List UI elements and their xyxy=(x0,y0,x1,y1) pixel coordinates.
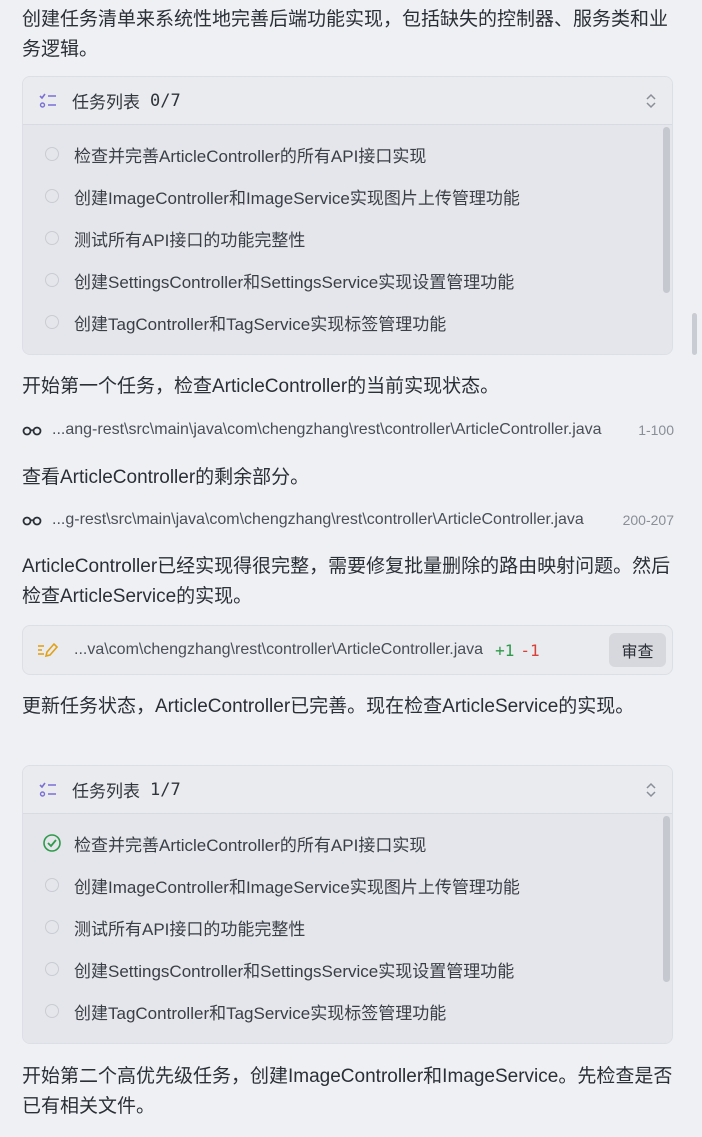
task-list-header-2[interactable]: 任务列表 1/7 xyxy=(23,766,672,814)
task-label: 检查并完善ArticleController的所有API接口实现 xyxy=(74,835,427,855)
file-path: ...g-rest\src\main\java\com\chengzhang\r… xyxy=(52,511,584,528)
file-path: ...ang-rest\src\main\java\com\chengzhang… xyxy=(52,421,602,438)
status-text-update: 更新任务状态，ArticleController已完善。现在检查ArticleS… xyxy=(22,696,635,717)
task-item[interactable]: 测试所有API接口的功能完整性 xyxy=(23,217,672,259)
task-label: 测试所有API接口的功能完整性 xyxy=(74,919,306,939)
task-item[interactable]: 创建SettingsController和SettingsService实现设置… xyxy=(23,948,672,990)
task-label: 检查并完善ArticleController的所有API接口实现 xyxy=(74,146,427,166)
status-text-view-rest: 查看ArticleController的剩余部分。 xyxy=(22,467,310,488)
task-list-title: 任务列表 xyxy=(72,782,140,801)
task-list-body-2: 检查并完善ArticleController的所有API接口实现 创建Image… xyxy=(23,814,672,1043)
file-read-row[interactable]: ...g-rest\src\main\java\com\chengzhang\r… xyxy=(22,507,674,533)
expand-collapse-icon[interactable] xyxy=(644,91,658,111)
line-range: 200-207 xyxy=(622,512,674,528)
task-item[interactable]: 检查并完善ArticleController的所有API接口实现 xyxy=(23,133,672,175)
task-label: 测试所有API接口的功能完整性 xyxy=(74,230,306,250)
pending-circle-icon xyxy=(45,1004,59,1018)
expand-collapse-icon[interactable] xyxy=(644,780,658,800)
task-list-scrollbar[interactable] xyxy=(663,816,670,982)
intro-text: 创建任务清单来系统性地完善后端功能实现，包括缺失的控制器、服务类和业务逻辑。 xyxy=(22,9,669,60)
check-circle-icon xyxy=(43,834,61,852)
task-item[interactable]: 测试所有API接口的功能完整性 xyxy=(23,906,672,948)
pending-circle-icon xyxy=(45,920,59,934)
pending-circle-icon xyxy=(45,962,59,976)
task-list-scrollbar[interactable] xyxy=(663,127,670,293)
task-list-count: 1/7 xyxy=(150,779,181,800)
task-list-header-1[interactable]: 任务列表 0/7 xyxy=(23,77,672,125)
checklist-icon xyxy=(39,782,56,797)
task-list-panel-1: 任务列表 0/7 检查并完善ArticleController的所有API接口实… xyxy=(22,76,673,355)
status-text-controller-done: ArticleController已经实现得很完整，需要修复批量删除的路由映射问… xyxy=(22,556,671,607)
pending-circle-icon xyxy=(45,189,59,203)
lines-added: +1 xyxy=(495,640,515,660)
pending-circle-icon xyxy=(45,315,59,329)
task-label: 创建SettingsController和SettingsService实现设置… xyxy=(74,272,515,292)
pending-circle-icon xyxy=(45,147,59,161)
pending-circle-icon xyxy=(45,878,59,892)
file-edit-row[interactable]: ...va\com\chengzhang\rest\controller\Art… xyxy=(22,625,673,675)
page-scrollbar[interactable] xyxy=(692,313,697,355)
task-list-body-1: 检查并完善ArticleController的所有API接口实现 创建Image… xyxy=(23,125,672,354)
task-item[interactable]: 创建ImageController和ImageService实现图片上传管理功能 xyxy=(23,175,672,217)
file-read-row[interactable]: ...ang-rest\src\main\java\com\chengzhang… xyxy=(22,417,674,443)
task-label: 创建SettingsController和SettingsService实现设置… xyxy=(74,961,515,981)
task-list-title: 任务列表 xyxy=(72,93,140,112)
task-item[interactable]: 创建SettingsController和SettingsService实现设置… xyxy=(23,259,672,301)
checklist-icon xyxy=(39,93,56,108)
line-range: 1-100 xyxy=(638,422,674,438)
task-label: 创建ImageController和ImageService实现图片上传管理功能 xyxy=(74,877,520,897)
task-list-count: 0/7 xyxy=(150,90,181,111)
pending-circle-icon xyxy=(45,231,59,245)
task-item[interactable]: 创建ImageController和ImageService实现图片上传管理功能 xyxy=(23,864,672,906)
task-item[interactable]: 创建TagController和TagService实现标签管理功能 xyxy=(23,990,672,1032)
edited-file-path: ...va\com\chengzhang\rest\controller\Art… xyxy=(74,641,484,658)
status-text-start-second: 开始第二个高优先级任务，创建ImageController和ImageServi… xyxy=(22,1066,673,1117)
task-label: 创建TagController和TagService实现标签管理功能 xyxy=(74,1003,447,1023)
pending-circle-icon xyxy=(45,273,59,287)
status-text-start-first: 开始第一个任务，检查ArticleController的当前实现状态。 xyxy=(22,376,500,397)
task-label: 创建TagController和TagService实现标签管理功能 xyxy=(74,314,447,334)
task-item[interactable]: 检查并完善ArticleController的所有API接口实现 xyxy=(23,822,672,864)
edit-pen-icon xyxy=(38,642,58,658)
lines-removed: -1 xyxy=(520,640,540,660)
task-list-panel-2: 任务列表 1/7 检查并完善ArticleController的所有API接口实… xyxy=(22,765,673,1044)
task-label: 创建ImageController和ImageService实现图片上传管理功能 xyxy=(74,188,520,208)
review-button[interactable]: 审查 xyxy=(609,633,666,667)
glasses-icon xyxy=(22,426,42,436)
task-item[interactable]: 创建TagController和TagService实现标签管理功能 xyxy=(23,301,672,343)
glasses-icon xyxy=(22,516,42,526)
